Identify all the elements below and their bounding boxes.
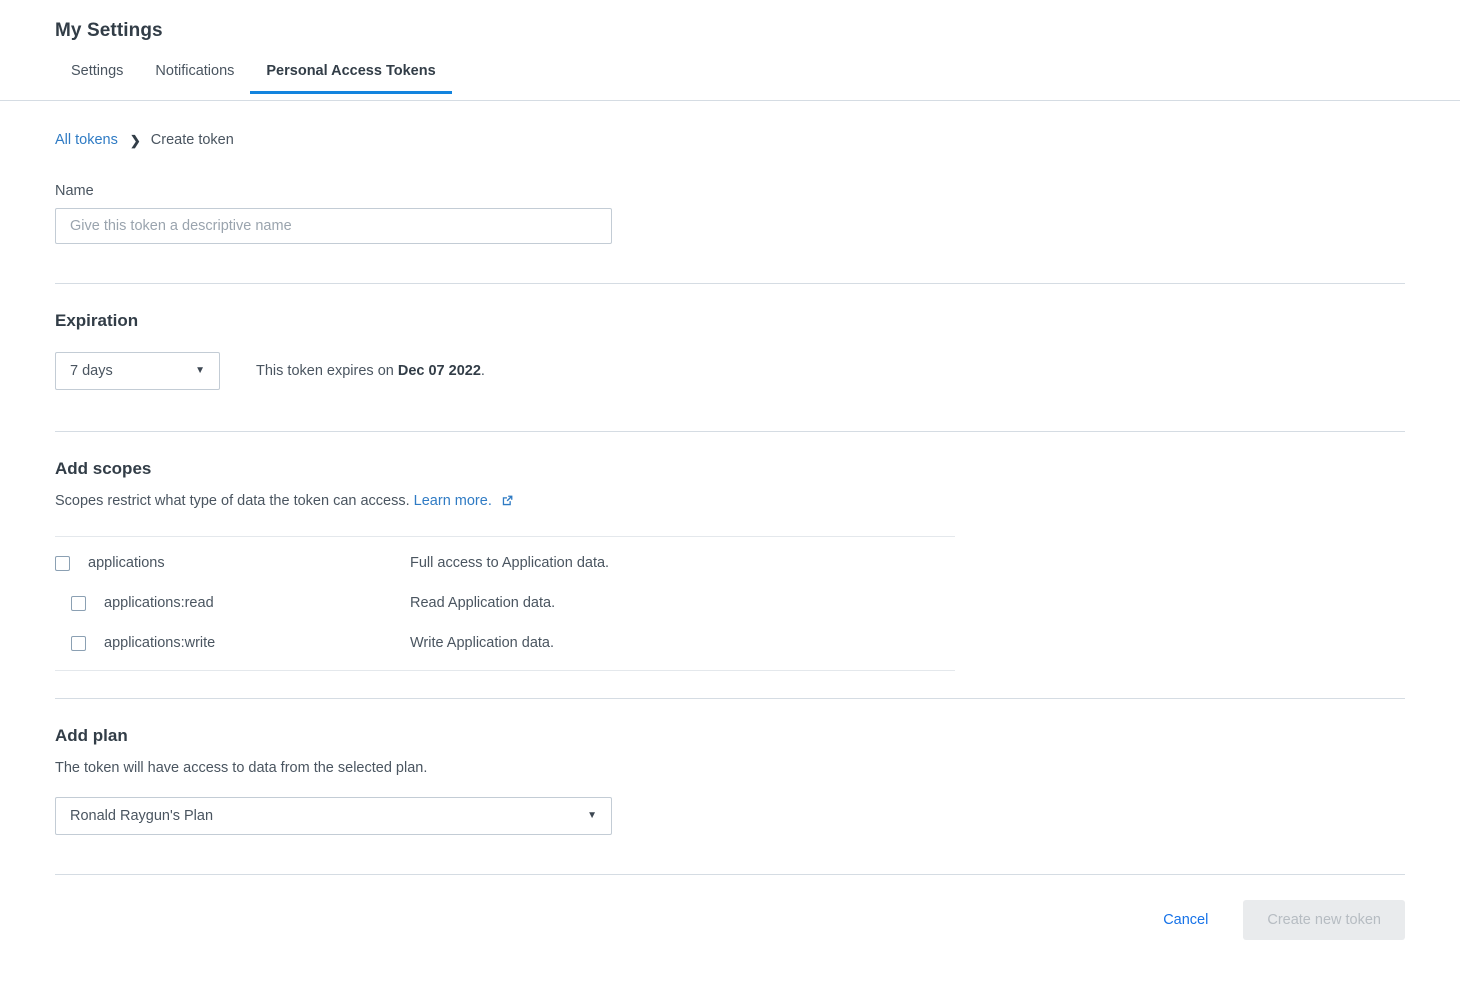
cancel-button[interactable]: Cancel xyxy=(1163,912,1208,928)
external-link-icon[interactable] xyxy=(502,494,513,510)
scope-description: Full access to Application data. xyxy=(410,555,610,571)
table-row: applications Full access to Application … xyxy=(55,543,955,583)
main-content: All tokens ❯ Create token Name Expiratio… xyxy=(0,101,1460,940)
page-header: My Settings Settings Notifications Perso… xyxy=(0,0,1460,101)
expiration-note-suffix: . xyxy=(480,363,485,379)
table-row: applications:write Write Application dat… xyxy=(55,623,955,663)
page-title: My Settings xyxy=(55,20,163,41)
name-label: Name xyxy=(55,183,94,199)
checkbox-applications-write[interactable] xyxy=(71,635,86,651)
table-row: applications:read Read Application data. xyxy=(55,583,955,623)
checkbox-applications[interactable] xyxy=(55,555,70,571)
scopes-section-description: Scopes restrict what type of data the to… xyxy=(55,493,1405,510)
plan-selected-value: Ronald Raygun's Plan xyxy=(70,808,214,824)
plan-select[interactable]: Ronald Raygun's Plan ▼ xyxy=(55,797,612,835)
tab-notifications[interactable]: Notifications xyxy=(139,56,250,94)
scope-label: applications:read xyxy=(104,595,214,611)
scope-description: Write Application data. xyxy=(410,635,555,651)
chevron-down-icon: ▼ xyxy=(587,810,597,821)
expiration-select[interactable]: 7 days ▼ xyxy=(55,352,220,390)
expiration-row: 7 days ▼ This token expires on Dec 07 20… xyxy=(55,352,1405,390)
learn-more-link[interactable]: Learn more. xyxy=(414,493,492,509)
expiration-date: Dec 07 2022 xyxy=(397,363,481,379)
expiration-note: This token expires on Dec 07 2022. xyxy=(256,363,485,379)
breadcrumb-current: Create token xyxy=(150,132,234,148)
form-actions: Cancel Create new token xyxy=(55,875,1405,940)
scope-name-cell: applications:write xyxy=(55,635,410,651)
scopes-table: applications Full access to Application … xyxy=(55,536,955,671)
expiration-note-prefix: This token expires on xyxy=(256,363,398,379)
plan-section-title: Add plan xyxy=(55,726,128,745)
checkbox-applications-read[interactable] xyxy=(71,595,86,611)
scope-name-cell: applications:read xyxy=(55,595,410,611)
scope-description: Read Application data. xyxy=(410,595,556,611)
scope-name-cell: applications xyxy=(55,555,410,571)
tab-bar: Settings Notifications Personal Access T… xyxy=(0,56,1460,94)
scopes-description-text: Scopes restrict what type of data the to… xyxy=(55,493,410,509)
tab-personal-access-tokens[interactable]: Personal Access Tokens xyxy=(250,56,452,94)
breadcrumb-all-tokens-link[interactable]: All tokens xyxy=(55,132,118,148)
token-name-input[interactable] xyxy=(55,208,612,244)
scope-label: applications xyxy=(88,555,165,571)
expiration-section-title: Expiration xyxy=(55,311,139,330)
chevron-down-icon: ▼ xyxy=(195,365,205,376)
expiration-selected-value: 7 days xyxy=(70,363,113,379)
chevron-right-icon: ❯ xyxy=(129,132,141,148)
breadcrumb: All tokens ❯ Create token xyxy=(55,101,1405,148)
plan-section-description: The token will have access to data from … xyxy=(55,760,428,776)
create-new-token-button[interactable]: Create new token xyxy=(1243,900,1405,940)
tab-settings[interactable]: Settings xyxy=(55,56,139,94)
scopes-section-title: Add scopes xyxy=(55,459,152,478)
scope-label: applications:write xyxy=(104,635,216,651)
